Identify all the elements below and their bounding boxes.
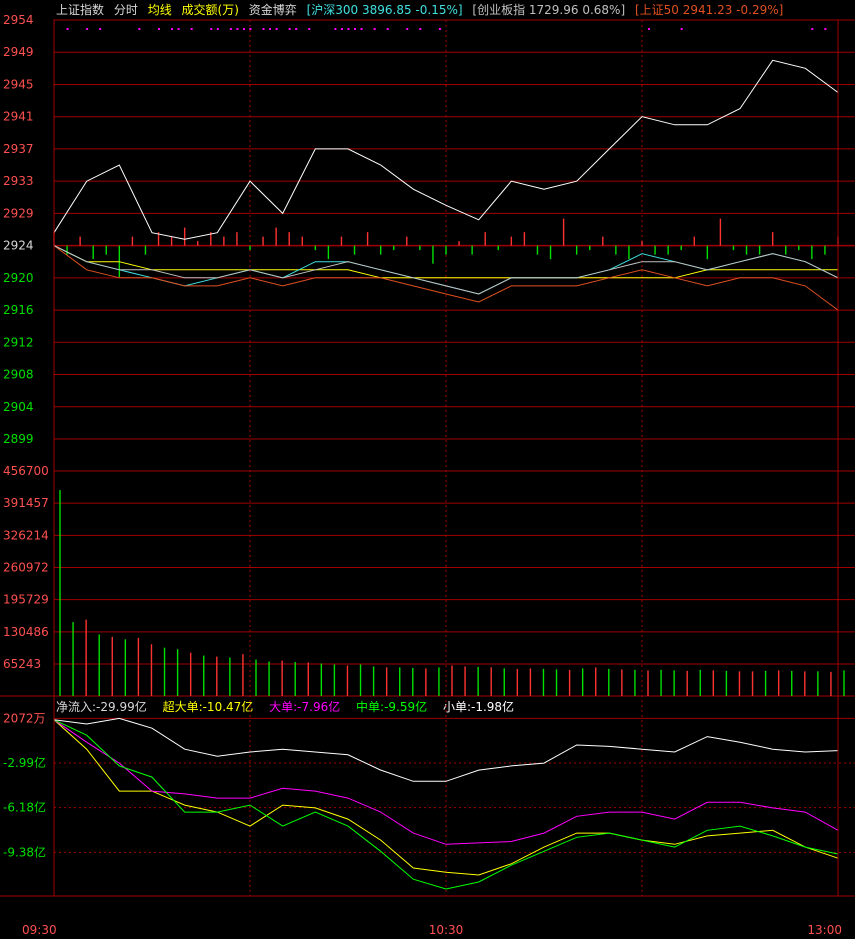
- flow-tick-label: 2072万: [3, 711, 46, 725]
- volume-tick-label: 326214: [3, 528, 49, 542]
- event-marker: [438, 28, 441, 30]
- event-marker: [262, 28, 265, 30]
- event-marker: [308, 28, 311, 30]
- event-marker: [269, 28, 272, 30]
- price-tick-label: 2954: [3, 13, 34, 27]
- price-tick-label: 2945: [3, 77, 34, 91]
- event-marker: [288, 28, 291, 30]
- price-tick-label: 2941: [3, 110, 34, 124]
- time-axis-label: 09:30: [22, 923, 57, 937]
- event-marker: [236, 28, 239, 30]
- event-marker: [249, 28, 252, 30]
- volume-tick-label: 260972: [3, 561, 49, 575]
- event-marker: [229, 28, 232, 30]
- price-tick-label: 2937: [3, 142, 34, 156]
- event-marker: [419, 28, 422, 30]
- volume-tick-label: 391457: [3, 496, 49, 510]
- event-marker: [347, 28, 350, 30]
- price-tick-label: 2949: [3, 45, 34, 59]
- event-marker: [406, 28, 409, 30]
- event-marker: [386, 28, 389, 30]
- price-tick-label: 2904: [3, 400, 34, 414]
- price-tick-label: 2929: [3, 206, 34, 220]
- price-tick-label: 2920: [3, 271, 34, 285]
- event-marker: [99, 28, 102, 30]
- event-marker: [210, 28, 213, 30]
- event-marker: [158, 28, 160, 30]
- time-axis-label: 10:30: [429, 923, 464, 937]
- event-marker: [66, 28, 69, 30]
- event-marker: [275, 28, 278, 30]
- event-marker: [334, 28, 337, 30]
- flow-tick-label: -9.38亿: [3, 844, 46, 859]
- event-marker: [86, 28, 89, 30]
- event-marker: [177, 28, 180, 30]
- series-line-price: [53, 59, 839, 240]
- price-tick-label: 2924: [3, 239, 34, 253]
- event-marker: [242, 28, 245, 30]
- event-marker: [373, 28, 376, 30]
- event-marker: [354, 28, 356, 30]
- event-marker: [340, 28, 343, 30]
- event-marker: [171, 28, 174, 30]
- intraday-chart[interactable]: 2954 2949 2945 2941 2937 2933 2929 2924 2920 2916…: [0, 0, 855, 939]
- price-tick-label: 2908: [3, 368, 34, 382]
- price-tick-label: 2933: [3, 174, 34, 188]
- volume-tick-label: 130486: [3, 625, 49, 639]
- volume-tick-label: 65243: [3, 657, 41, 671]
- event-marker: [138, 28, 141, 30]
- time-axis-label: 13:00: [807, 923, 842, 937]
- event-marker: [190, 28, 193, 30]
- event-marker: [295, 28, 298, 30]
- flow-tick-label: -6.18亿: [3, 800, 46, 815]
- price-tick-label: 2916: [3, 303, 34, 317]
- event-marker: [824, 28, 827, 30]
- event-marker: [680, 28, 683, 30]
- event-marker: [216, 28, 219, 30]
- event-marker: [360, 28, 363, 30]
- flow-tick-label: -2.99亿: [3, 755, 46, 770]
- price-tick-label: 2912: [3, 335, 34, 349]
- event-marker: [648, 28, 650, 30]
- volume-tick-label: 456700: [3, 464, 49, 478]
- volume-tick-label: 195729: [3, 593, 49, 607]
- event-marker: [811, 28, 814, 30]
- price-tick-label: 2899: [3, 432, 34, 446]
